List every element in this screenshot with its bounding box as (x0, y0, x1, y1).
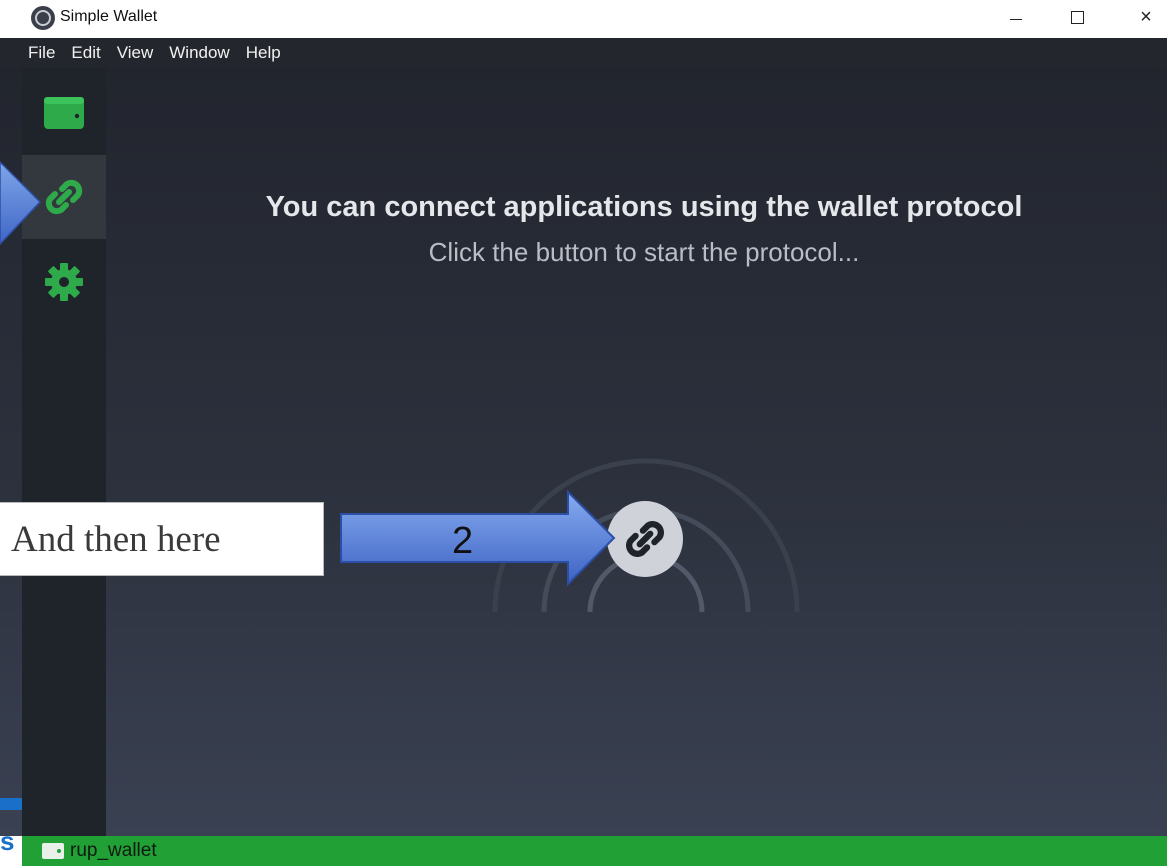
wallet-icon (42, 843, 64, 859)
active-wallet-name: rup_wallet (70, 840, 157, 861)
tutorial-callout: And then here (0, 502, 324, 576)
start-protocol-button[interactable] (607, 501, 683, 577)
status-bar: rup_wallet (22, 836, 1167, 866)
background-fragment-text: s (0, 826, 15, 856)
tutorial-arrow-2 (340, 489, 616, 587)
link-icon (626, 521, 664, 557)
signal-arcs (492, 458, 800, 613)
background-fragment (0, 798, 22, 810)
tutorial-step-number: 2 (452, 520, 474, 562)
callout-text: And then here (11, 518, 221, 560)
tutorial-arrow-1 (0, 160, 42, 246)
